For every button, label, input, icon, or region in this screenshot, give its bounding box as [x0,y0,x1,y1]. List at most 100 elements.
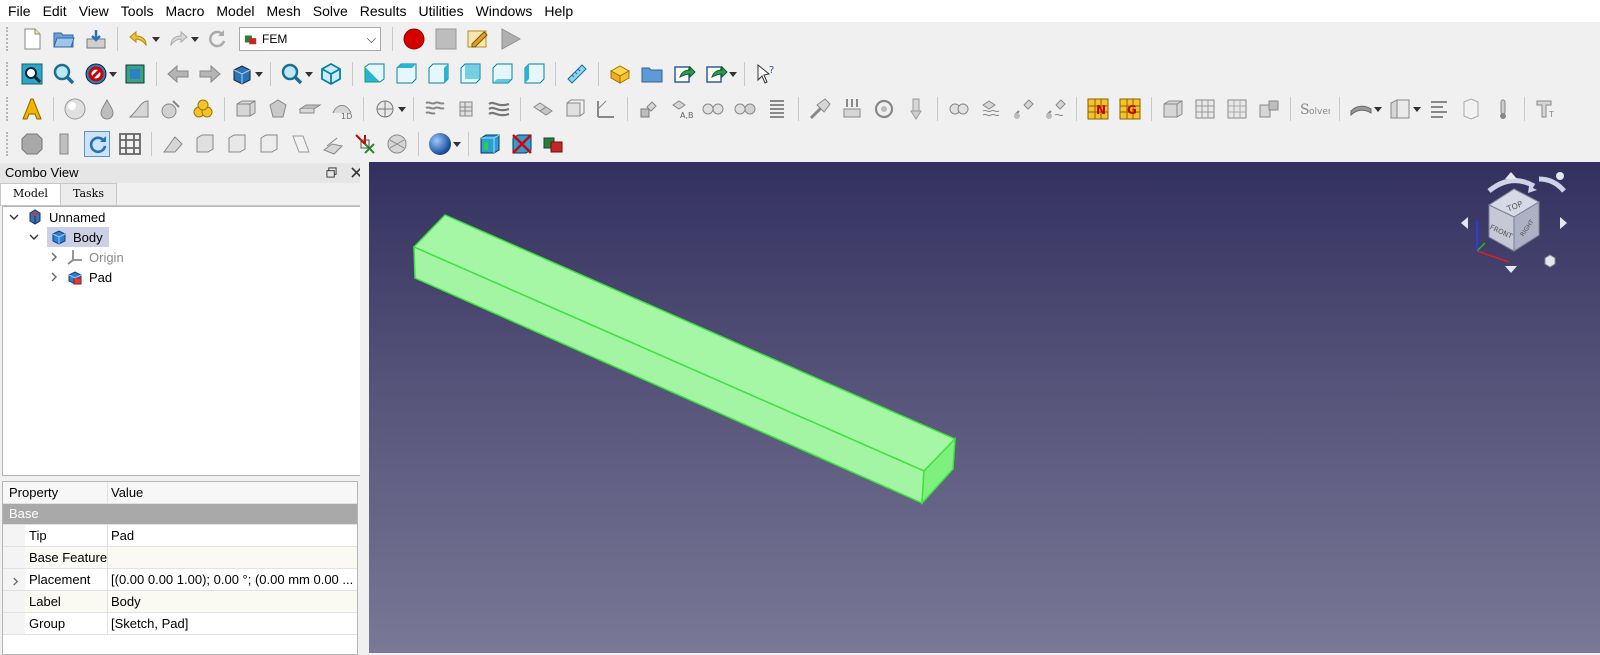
bounding-box-icon[interactable] [123,62,147,86]
menu-utilities[interactable]: Utilities [412,0,469,20]
clipping-plane-icon[interactable] [20,132,44,156]
link-actions-icon[interactable] [704,62,728,86]
front-view-icon[interactable] [362,62,386,86]
constraint-springs-icon[interactable] [765,97,789,121]
menu-help[interactable]: Help [538,0,579,20]
section-print-dropdown[interactable] [398,97,406,121]
std-views-icon[interactable] [230,62,254,86]
menu-tools[interactable]: Tools [115,0,160,20]
property-row-group[interactable]: Group [Sketch, Pad] [3,613,357,635]
constraint-tie-icon[interactable]: A,B [669,97,693,121]
temperature-icon[interactable] [1491,97,1515,121]
float-panel-icon[interactable] [326,167,337,178]
refresh-icon[interactable] [205,27,229,51]
create-group-icon[interactable] [640,62,664,86]
constraint-fixed-icon[interactable] [530,97,554,121]
toggle-pipeline-icon[interactable] [52,132,76,156]
post-filter-icon[interactable] [1427,97,1451,121]
chevron-right-icon[interactable] [11,574,20,589]
mesh-group-icon[interactable] [487,97,511,121]
3d-viewport[interactable]: TOP FRONT RIGHT [369,162,1600,653]
back-arrow-icon[interactable] [166,62,190,86]
tree-item-body[interactable]: Body [27,227,109,247]
zoom-icon[interactable] [280,62,304,86]
appearance-sphere-icon[interactable] [428,132,452,156]
whats-this-icon[interactable]: ? [754,62,778,86]
mesh-from-shape-icon[interactable] [1161,97,1185,121]
constraint-centrif-icon[interactable] [872,97,896,121]
isometric-view-icon[interactable] [319,62,343,86]
refresh-view-icon[interactable] [84,131,110,157]
save-icon[interactable] [84,27,108,51]
cylinder-part-icon[interactable] [225,132,249,156]
nav-down-arrow-icon[interactable] [1505,266,1517,273]
nav-up-arrow-icon[interactable] [1505,172,1517,179]
box-part-icon[interactable] [193,132,217,156]
redo-dropdown[interactable] [191,27,199,51]
right-view-icon[interactable] [426,62,450,86]
constraint-contact-icon[interactable] [637,97,661,121]
left-view-icon[interactable] [522,62,546,86]
run-macro-icon[interactable] [498,27,522,51]
panel-splitter[interactable] [360,163,368,653]
navigation-cube[interactable]: TOP FRONT RIGHT [1461,172,1567,273]
mesh-color-icon[interactable] [353,132,377,156]
material-mixed-icon[interactable] [159,97,183,121]
mesh-nodes-icon[interactable] [385,132,409,156]
tree-item-unnamed[interactable]: Unnamed [7,207,105,227]
constraint-temperature-icon[interactable] [1011,97,1035,121]
result-clear-icon[interactable] [510,132,534,156]
constraint-selfweight-icon[interactable] [904,97,928,121]
menu-view[interactable]: View [73,0,115,20]
constraint-heatflux-icon[interactable] [1043,97,1067,121]
edit-macro-icon[interactable] [466,27,490,51]
post-clip-icon[interactable] [1459,97,1483,121]
cube-part-icon[interactable] [257,132,281,156]
measure-distance-icon[interactable] [565,62,589,86]
element-rotation-icon[interactable] [266,97,290,121]
chevron-right-icon[interactable] [47,250,61,264]
section-print-icon[interactable] [373,97,397,121]
fit-all-icon[interactable] [20,62,44,86]
open-folder-icon[interactable] [52,27,76,51]
property-row-base-feature[interactable]: Base Feature [3,547,357,569]
tab-model[interactable]: Model [0,183,61,205]
nav-right-arrow-icon[interactable] [1560,217,1567,229]
menu-windows[interactable]: Windows [470,0,539,20]
nav-left-arrow-icon[interactable] [1461,217,1468,229]
property-value[interactable]: [Sketch, Pad] [111,616,355,631]
sketch-profile-icon[interactable] [321,132,345,156]
element-fluid-1d-icon[interactable]: 1D [330,97,354,121]
workbench-selector[interactable]: FEM [239,27,381,51]
nav-menu-icon[interactable] [1556,172,1564,180]
analysis-container-icon[interactable] [20,97,44,121]
mesh-clear-icon[interactable] [1193,97,1217,121]
menu-macro[interactable]: Macro [159,0,210,20]
material-solid-icon[interactable] [63,97,87,121]
menu-mesh[interactable]: Mesh [261,0,307,20]
results-purge-dropdown[interactable] [1374,97,1382,121]
undo-dropdown[interactable] [152,27,160,51]
tree-item-pad[interactable]: Pad [47,267,112,287]
forward-arrow-icon[interactable] [198,62,222,86]
result-fem-icon[interactable] [542,132,566,156]
new-file-icon[interactable] [20,27,44,51]
constraint-pressure-icon[interactable] [840,97,864,121]
mesh-netgen-icon[interactable]: N [1086,97,1110,121]
results-purge-icon[interactable] [1349,97,1373,121]
std-views-dropdown[interactable] [255,62,263,86]
record-macro-icon[interactable] [402,27,426,51]
create-part-icon[interactable] [608,62,632,86]
redo-icon[interactable] [166,27,190,51]
material-fluid-icon[interactable] [95,97,119,121]
nav-cube-mini-icon[interactable] [1544,254,1556,268]
constraint-spring-icon[interactable] [701,97,725,121]
sketch-attach-icon[interactable] [161,132,185,156]
create-link-icon[interactable] [672,62,696,86]
chevron-right-icon[interactable] [47,270,61,284]
draw-style-dropdown[interactable] [109,62,117,86]
draw-style-icon[interactable] [84,62,108,86]
rear-view-icon[interactable] [458,62,482,86]
chevron-down-icon[interactable] [27,230,41,244]
tab-tasks[interactable]: Tasks [59,183,117,205]
